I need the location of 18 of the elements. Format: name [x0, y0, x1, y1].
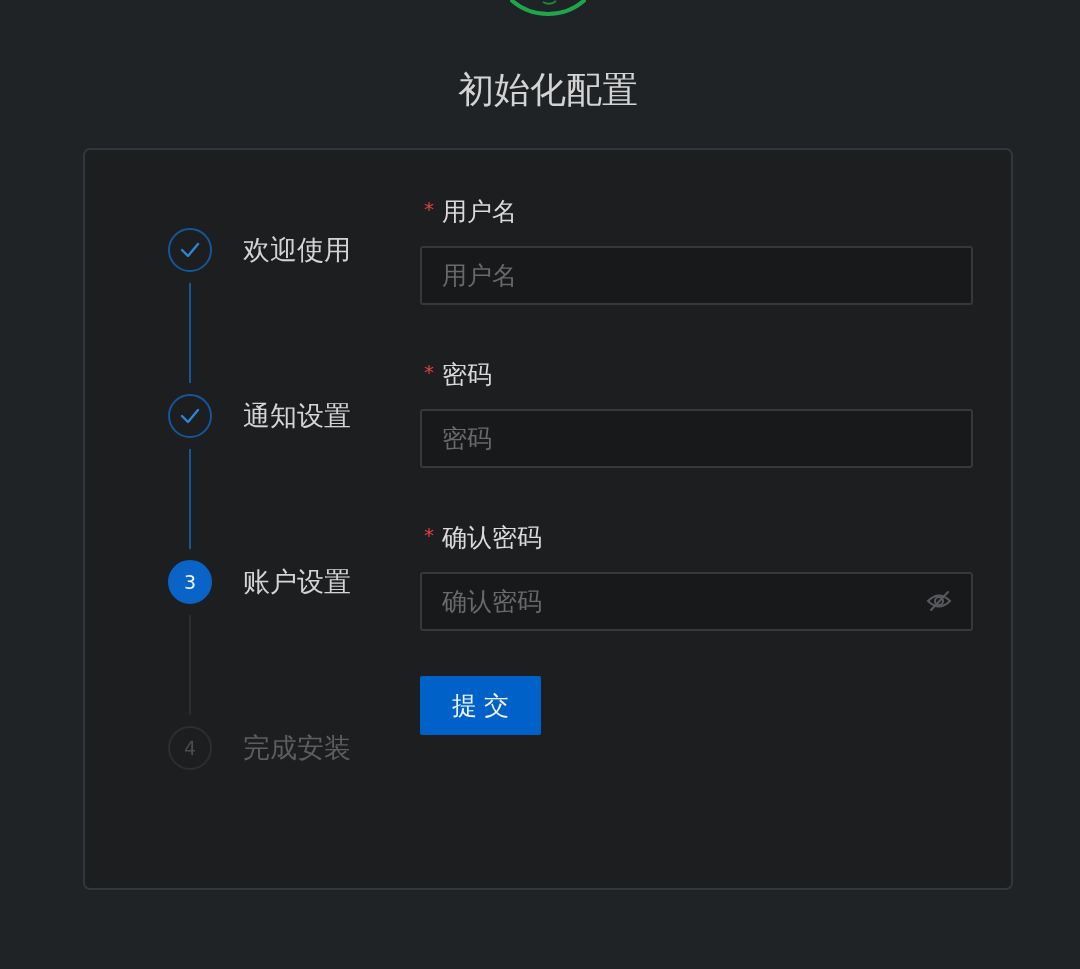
step-label: 通知设置 — [243, 399, 351, 433]
page-title: 初始化配置 — [458, 68, 638, 112]
required-mark: * — [424, 199, 434, 219]
input-field[interactable]: 用户名 — [420, 246, 973, 305]
input-field[interactable]: 确认密码 — [420, 572, 973, 631]
eye-slash-icon[interactable] — [926, 589, 952, 613]
required-mark: * — [424, 362, 434, 382]
field-label: 用户名 — [442, 196, 517, 228]
input-field[interactable]: 密码 — [420, 409, 973, 468]
ring-logo-icon — [510, 0, 586, 16]
step-label: 完成安装 — [243, 731, 351, 765]
submit-button[interactable]: 提 交 — [420, 676, 541, 735]
required-mark: * — [424, 525, 434, 545]
step-label: 欢迎使用 — [243, 233, 351, 267]
step-label: 账户设置 — [243, 565, 351, 599]
field-label: 确认密码 — [442, 522, 542, 554]
step-number: 3 — [168, 560, 212, 604]
field-label: 密码 — [442, 359, 492, 391]
